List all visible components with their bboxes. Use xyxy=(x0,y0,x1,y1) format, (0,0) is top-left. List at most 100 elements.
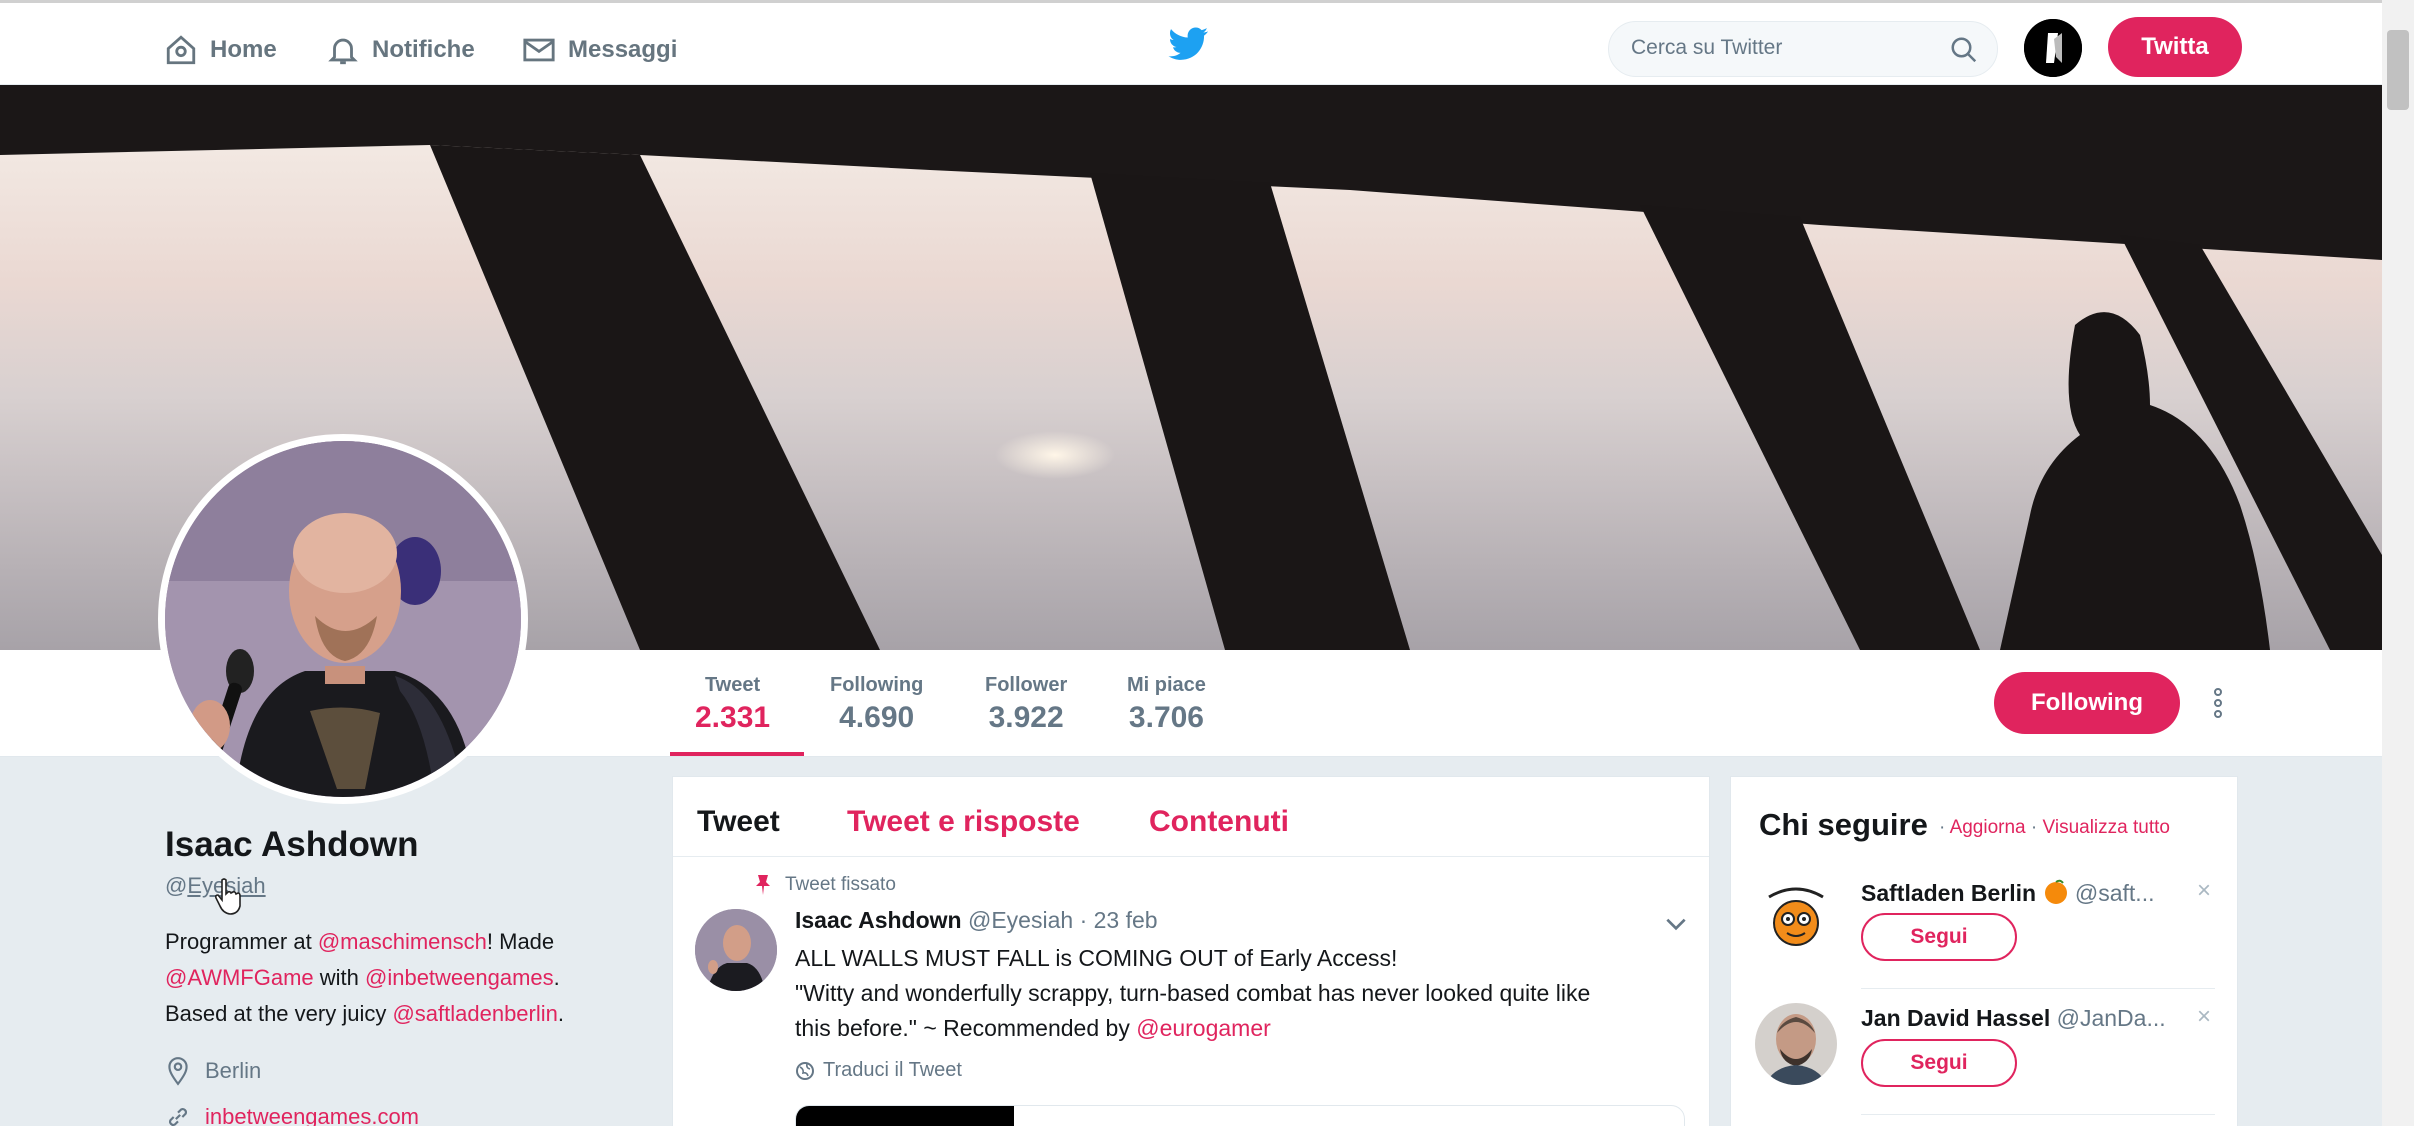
bio-text: . xyxy=(553,965,560,990)
who-to-follow-panel: Chi seguire · Aggiorna · Visualizza tutt… xyxy=(1730,776,2238,1126)
profile-avatar[interactable] xyxy=(158,434,528,804)
bell-icon xyxy=(328,38,358,65)
profile-bio: Programmer at @maschimensch! Made @AWMFG… xyxy=(165,924,625,1032)
tab-media[interactable]: Contenuti xyxy=(1149,805,1289,839)
tab-tweets[interactable]: Tweet xyxy=(697,805,780,839)
stat-followers-value: 3.922 xyxy=(988,701,1064,734)
stat-likes[interactable]: Mi piace 3.706 xyxy=(1127,674,1206,735)
nav-messages-label: Messaggi xyxy=(568,36,678,63)
jan-david-hassel-photo xyxy=(1755,1003,1837,1085)
nav-home-label: Home xyxy=(210,36,277,63)
stat-tweets[interactable]: Tweet 2.331 xyxy=(695,674,770,735)
tweet-avatar-photo xyxy=(695,909,777,991)
translate-tweet[interactable]: Traduci il Tweet xyxy=(795,1059,962,1082)
stat-tweets-label: Tweet xyxy=(704,674,761,696)
envelope-icon xyxy=(523,38,555,62)
bio-mention-awmfgame[interactable]: @AWMFGame xyxy=(165,965,314,990)
following-button[interactable]: Following xyxy=(1994,672,2180,734)
suggestion-avatar[interactable] xyxy=(1755,1003,1837,1085)
view-all-link[interactable]: Visualizza tutto xyxy=(2043,817,2170,838)
suggestion-name[interactable]: Jan David Hassel @JanDa... xyxy=(1861,1005,2166,1032)
pinned-label: Tweet fissato xyxy=(785,874,896,895)
tweet-author-name[interactable]: Isaac Ashdown xyxy=(795,907,962,933)
translate-label: Traduci il Tweet xyxy=(823,1059,962,1081)
profile-location: Berlin xyxy=(165,1056,261,1086)
account-avatar-image xyxy=(2024,19,2082,77)
follow-suggestion-button[interactable]: Segui xyxy=(1861,913,2017,961)
separator: · xyxy=(2025,817,2043,838)
timeline-tabs: Tweet Tweet e risposte Contenuti xyxy=(673,777,1709,857)
refresh-link[interactable]: Aggiorna xyxy=(1950,817,2026,838)
tweet-media-thumbnail xyxy=(796,1106,1014,1126)
tweet-date[interactable]: · 23 feb xyxy=(1080,907,1158,933)
saftladen-logo xyxy=(1755,877,1837,959)
suggestion-name[interactable]: Saftladen Berlin @saft... xyxy=(1861,879,2154,907)
website-link[interactable]: inbetweengames.com xyxy=(205,1104,419,1126)
orange-emoji-icon xyxy=(2044,879,2067,904)
active-stat-underline xyxy=(670,752,804,756)
stat-likes-value: 3.706 xyxy=(1128,701,1204,734)
tweet-line: "Witty and wonderfully scrappy, turn-bas… xyxy=(795,980,1591,1006)
more-options-icon[interactable] xyxy=(2208,686,2228,720)
search-icon[interactable] xyxy=(1949,35,1979,65)
bio-mention-maschimensch[interactable]: @maschimensch xyxy=(318,929,487,954)
bio-text: Based at the very juicy xyxy=(165,1001,393,1026)
stat-followers[interactable]: Follower 3.922 xyxy=(985,674,1067,735)
bio-mention-inbetweengames[interactable]: @inbetweengames xyxy=(365,965,554,990)
tweet-mention-eurogamer[interactable]: @eurogamer xyxy=(1136,1015,1271,1041)
tweet-author-handle[interactable]: @Eyesiah xyxy=(968,907,1073,933)
suggestion-display-name[interactable]: Jan David Hassel xyxy=(1861,1005,2050,1031)
mouse-pointer-icon xyxy=(214,878,241,915)
stat-likes-label: Mi piace xyxy=(1127,674,1206,696)
tweet-author-avatar[interactable] xyxy=(695,909,777,991)
handle-at: @ xyxy=(165,873,188,898)
suggestion-handle[interactable]: @JanDa... xyxy=(2057,1005,2166,1031)
twitter-bird-icon[interactable] xyxy=(1168,27,1210,65)
tweet-line: ALL WALLS MUST FALL is COMING OUT of Ear… xyxy=(795,945,1398,971)
stat-following-value: 4.690 xyxy=(839,701,915,734)
search-input[interactable] xyxy=(1631,36,1931,60)
dismiss-suggestion-icon[interactable]: × xyxy=(2197,1003,2211,1031)
stat-following-label: Following xyxy=(830,674,924,696)
tab-tweets-and-replies[interactable]: Tweet e risposte xyxy=(847,805,1080,839)
globe-icon xyxy=(796,1061,814,1080)
who-to-follow-links: · Aggiorna · Visualizza tutto xyxy=(1939,817,2170,839)
bio-text: Programmer at xyxy=(165,929,318,954)
nav-notifications-label: Notifiche xyxy=(372,36,475,63)
profile-name: Isaac Ashdown xyxy=(165,825,419,864)
chevron-down-icon[interactable] xyxy=(1663,911,1689,937)
home-icon xyxy=(166,35,196,65)
suggestion-handle[interactable]: @saft... xyxy=(2075,880,2155,906)
nav-messages[interactable]: Messaggi xyxy=(522,33,677,67)
nav-notifications[interactable]: Notifiche xyxy=(326,33,475,67)
pinned-indicator: Tweet fissato xyxy=(753,873,896,897)
follow-suggestion-button[interactable]: Segui xyxy=(1861,1039,2017,1087)
stat-tweets-value: 2.331 xyxy=(695,701,771,734)
scrollbar-thumb[interactable] xyxy=(2387,30,2409,110)
suggestion-item: Jan David Hassel @JanDa... × Segui xyxy=(1731,989,2239,1115)
account-avatar[interactable] xyxy=(2024,19,2082,77)
bio-text: . xyxy=(557,1001,565,1026)
bio-text: with xyxy=(313,965,365,990)
tweet-line: this before." ~ Recommended by xyxy=(795,1015,1137,1041)
dismiss-suggestion-icon[interactable]: × xyxy=(2197,877,2211,905)
bio-mention-saftladenberlin[interactable]: @saftladenberlin xyxy=(392,1001,557,1026)
suggestion-item: Saftladen Berlin @saft... × Segui xyxy=(1731,863,2239,989)
stat-followers-label: Follower xyxy=(985,674,1068,696)
search-box[interactable] xyxy=(1608,21,1998,77)
location-pin-icon xyxy=(168,1057,188,1086)
top-navigation-bar: Home Notifiche Messaggi Twitta xyxy=(0,0,2382,85)
pin-icon xyxy=(756,875,770,895)
suggestion-display-name[interactable]: Saftladen Berlin xyxy=(1861,880,2036,906)
location-text: Berlin xyxy=(205,1058,262,1083)
nav-home[interactable]: Home xyxy=(164,33,277,67)
tweet-compose-button[interactable]: Twitta xyxy=(2108,17,2242,77)
tweet-header: Isaac Ashdown @Eyesiah · 23 feb xyxy=(795,907,1158,934)
profile-website[interactable]: inbetweengames.com xyxy=(165,1104,419,1126)
stat-following[interactable]: Following 4.690 xyxy=(830,674,923,735)
suggestion-avatar[interactable] xyxy=(1755,877,1837,959)
page-scrollbar[interactable] xyxy=(2382,0,2414,1126)
timeline-panel: Tweet Tweet e risposte Contenuti Tweet f… xyxy=(672,776,1710,1126)
tweet-media-card[interactable] xyxy=(795,1105,1685,1126)
who-to-follow-title: Chi seguire xyxy=(1759,807,1928,842)
